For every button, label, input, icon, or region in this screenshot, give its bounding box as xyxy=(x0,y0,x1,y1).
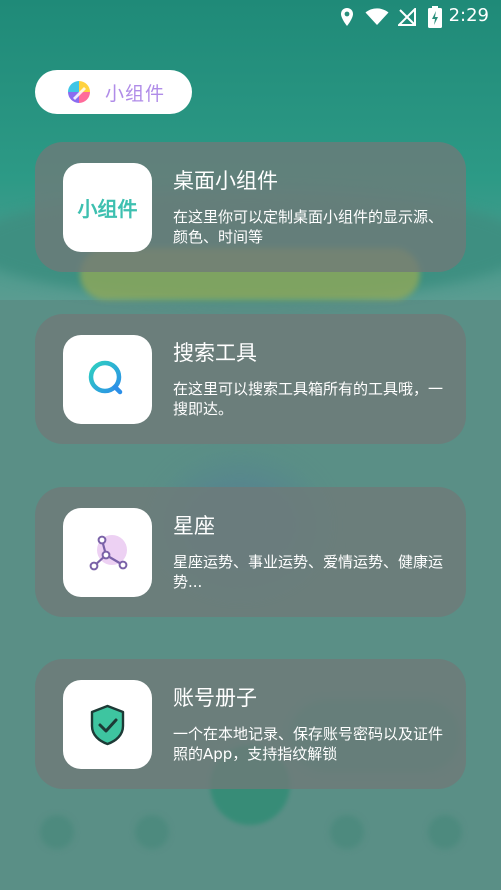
card-description: 在这里你可以定制桌面小组件的显示源、颜色、时间等 xyxy=(173,208,444,246)
constellation-icon xyxy=(89,535,128,571)
status-bar: 2:29 xyxy=(0,0,501,34)
location-icon xyxy=(341,8,353,26)
card-account-book[interactable]: 账号册子 一个在本地记录、保存账号密码以及证件照的App，支持指纹解锁 xyxy=(35,659,466,789)
chip-label: 小组件 xyxy=(105,83,166,105)
background-blur-element xyxy=(40,815,74,849)
card-description: 一个在本地记录、保存账号密码以及证件照的App，支持指纹解锁 xyxy=(173,725,444,763)
card-title: 星座 xyxy=(173,514,215,538)
wifi-icon xyxy=(365,8,389,25)
background-blur-element xyxy=(330,815,364,849)
search-tool-tile xyxy=(63,335,152,424)
card-desktop-widget[interactable]: 小组件 桌面小组件 在这里你可以定制桌面小组件的显示源、颜色、时间等 xyxy=(35,142,466,272)
constellation-tile xyxy=(63,508,152,597)
card-title: 桌面小组件 xyxy=(173,169,278,193)
card-constellation[interactable]: 星座 星座运势、事业运势、爱情运势、健康运势... xyxy=(35,487,466,617)
shield-check-icon xyxy=(90,704,125,746)
widget-tile-text: 小组件 xyxy=(77,197,138,221)
card-description: 星座运势、事业运势、爱情运势、健康运势... xyxy=(173,553,444,591)
card-title: 账号册子 xyxy=(173,686,257,710)
card-search-tool[interactable]: 搜索工具 在这里可以搜索工具箱所有的工具哦，一搜即达。 xyxy=(35,314,466,444)
battery-charging-icon xyxy=(428,6,442,28)
card-title: 搜索工具 xyxy=(173,341,257,365)
search-icon xyxy=(88,360,123,395)
background-blur-element xyxy=(135,815,169,849)
account-book-tile xyxy=(63,680,152,769)
desktop-widget-tile: 小组件 xyxy=(63,163,152,252)
card-description: 在这里可以搜索工具箱所有的工具哦，一搜即达。 xyxy=(173,380,444,418)
app-logo-icon xyxy=(68,81,90,103)
widget-category-chip[interactable]: 小组件 xyxy=(35,70,192,114)
background-blur-element xyxy=(428,815,462,849)
clock: 2:29 xyxy=(448,5,489,26)
no-signal-icon xyxy=(398,8,416,26)
